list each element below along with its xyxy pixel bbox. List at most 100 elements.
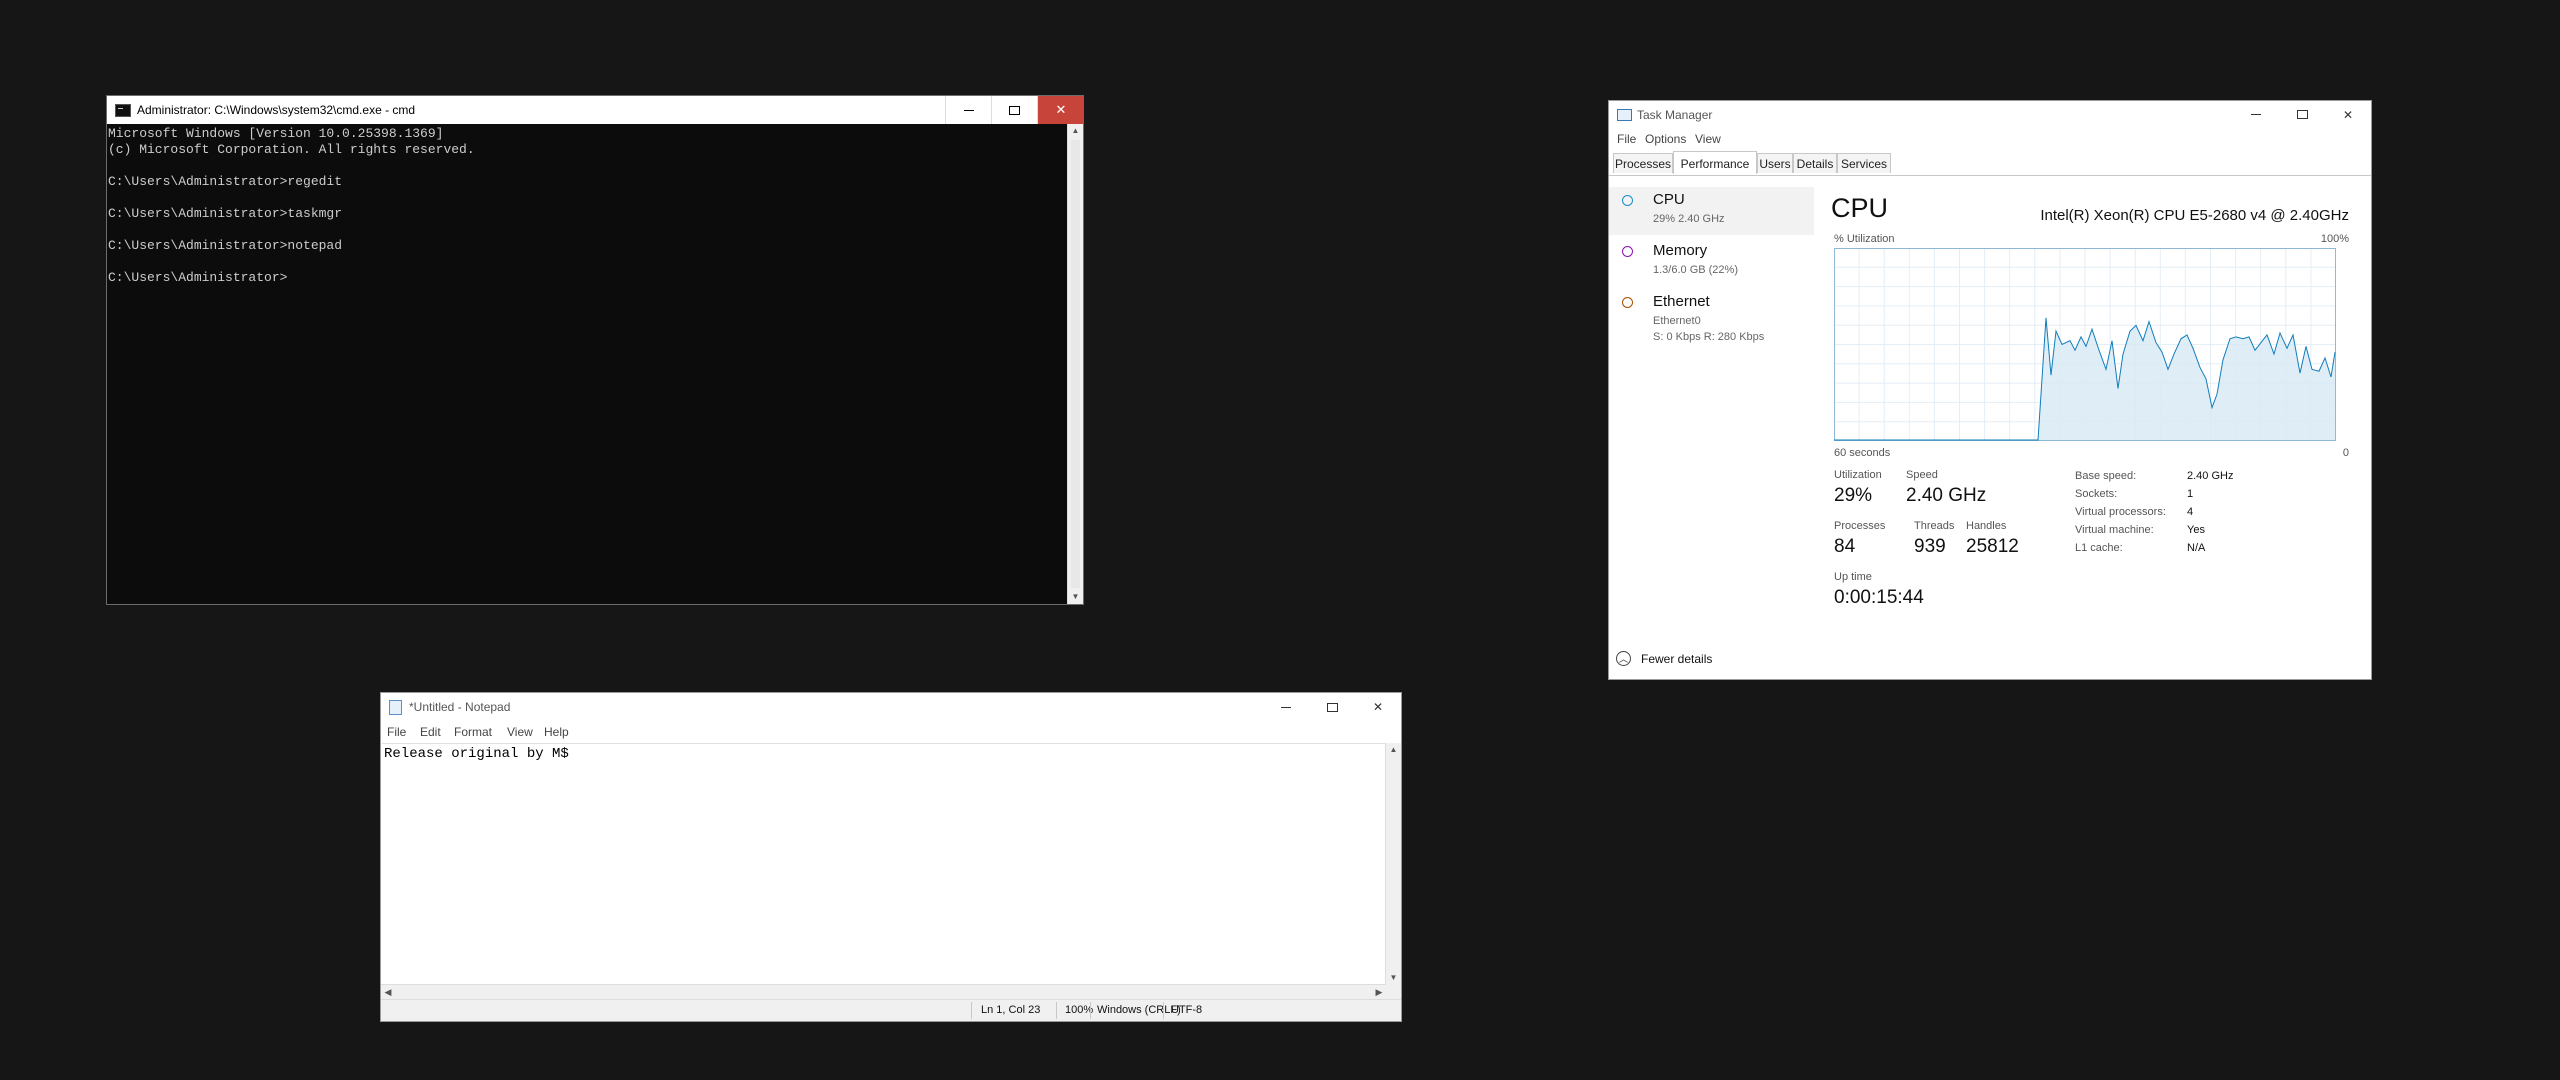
stat-speed-value: 2.40 GHz: [1906, 485, 1987, 506]
stat-uptime-value: 0:00:15:44: [1834, 587, 1924, 608]
np-maximize-button[interactable]: [1309, 693, 1355, 721]
status-separator: [1163, 1002, 1164, 1019]
cmd-console-output[interactable]: Microsoft Windows [Version 10.0.25398.13…: [108, 126, 475, 286]
cpu-info-values: 2.40 GHz 1 4 Yes N/A: [2187, 467, 2233, 557]
cmd-title-bar[interactable]: Administrator: C:\Windows\system32\cmd.e…: [107, 96, 1084, 124]
fewer-details-link[interactable]: Fewer details: [1641, 652, 1712, 666]
stat-handles-label: Handles: [1966, 520, 2007, 532]
tm-menu-view[interactable]: View: [1695, 132, 1721, 146]
cmd-scroll-thumb[interactable]: [1071, 140, 1080, 588]
stat-utilization: Utilization 29%: [1834, 469, 1882, 507]
status-zoom: 100%: [1065, 1004, 1094, 1016]
np-vertical-scrollbar[interactable]: ▲ ▼: [1385, 743, 1401, 985]
task-manager-window[interactable]: Task Manager ✕ File Options View Process…: [1608, 100, 2372, 680]
task-manager-icon: [1617, 109, 1632, 121]
cpu-indicator-icon: [1622, 195, 1633, 206]
resource-ethernet-throughput: S: 0 Kbps R: 280 Kbps: [1653, 331, 1765, 343]
cpu-model: Intel(R) Xeon(R) CPU E5-2680 v4 @ 2.40GH…: [2040, 207, 2349, 224]
graph-max-label: 100%: [2320, 233, 2349, 245]
tab-processes[interactable]: Processes: [1613, 153, 1673, 173]
tm-title-bar[interactable]: Task Manager ✕: [1609, 101, 2371, 128]
resource-cpu[interactable]: CPU 29% 2.40 GHz: [1609, 187, 1814, 235]
status-separator: [971, 1002, 972, 1019]
tab-services[interactable]: Services: [1837, 153, 1891, 173]
resource-ethernet[interactable]: Ethernet Ethernet0 S: 0 Kbps R: 280 Kbps: [1609, 289, 1814, 347]
ethernet-indicator-icon: [1622, 297, 1633, 308]
resource-ethernet-name: Ethernet: [1653, 293, 1710, 310]
stat-handles-value: 25812: [1966, 536, 2019, 557]
console-icon: [115, 104, 131, 117]
cmd-minimize-button[interactable]: [945, 96, 991, 124]
chevron-up-icon[interactable]: ︿: [1616, 651, 1631, 666]
status-separator: [1090, 1002, 1091, 1019]
stat-processes-label: Processes: [1834, 520, 1886, 532]
stat-utilization-value: 29%: [1834, 485, 1873, 506]
stat-uptime-label: Up time: [1834, 571, 1872, 583]
np-minimize-button[interactable]: [1263, 693, 1309, 721]
tab-details[interactable]: Details: [1793, 153, 1837, 173]
np-text-area[interactable]: Release original by M$: [382, 743, 1386, 985]
cmd-maximize-button[interactable]: [991, 96, 1037, 124]
np-menu-bar: File Edit Format View Help: [381, 723, 1401, 741]
tm-menu-options[interactable]: Options: [1645, 132, 1686, 146]
info-key: Sockets:: [2075, 488, 2118, 500]
cpu-info-keys: Base speed: Sockets: Virtual processors:…: [2075, 467, 2166, 557]
tm-menu-bar: File Options View: [1609, 129, 2371, 149]
notepad-window[interactable]: *Untitled - Notepad ✕ File Edit Format V…: [380, 692, 1402, 1022]
graph-min-label: 0: [2342, 447, 2349, 459]
cpu-title: CPU: [1831, 193, 1889, 223]
status-line-ending: Windows (CRLF): [1097, 1004, 1181, 1016]
np-horizontal-scrollbar[interactable]: ◀ ▶: [381, 984, 1386, 1000]
tm-footer: ︿ Fewer details: [1609, 647, 2371, 679]
tm-menu-file[interactable]: File: [1617, 132, 1636, 146]
memory-indicator-icon: [1622, 246, 1633, 257]
tm-close-button[interactable]: ✕: [2325, 101, 2371, 128]
close-icon: ✕: [1372, 700, 1384, 714]
np-menu-edit[interactable]: Edit: [420, 725, 441, 739]
resource-memory-sub: 1.3/6.0 GB (22%): [1653, 264, 1738, 276]
info-value: Yes: [2187, 524, 2205, 536]
info-value: 1: [2187, 488, 2194, 500]
scroll-down-arrow-icon[interactable]: ▼: [1068, 590, 1083, 604]
tab-users[interactable]: Users: [1757, 153, 1793, 173]
tm-title: Task Manager: [1637, 108, 1713, 122]
np-text-content[interactable]: Release original by M$: [384, 746, 569, 762]
np-menu-format[interactable]: Format: [454, 725, 492, 739]
tab-performance[interactable]: Performance: [1673, 151, 1757, 174]
info-key: Base speed:: [2075, 470, 2137, 482]
status-cursor-position: Ln 1, Col 23: [981, 1004, 1041, 1016]
scroll-up-arrow-icon[interactable]: ▲: [1386, 743, 1401, 757]
resource-memory[interactable]: Memory 1.3/6.0 GB (22%): [1609, 238, 1814, 286]
stat-threads-label: Threads: [1914, 520, 1955, 532]
np-menu-file[interactable]: File: [387, 725, 406, 739]
info-value: N/A: [2187, 542, 2206, 554]
cmd-title: Administrator: C:\Windows\system32\cmd.e…: [137, 103, 416, 117]
scroll-left-arrow-icon[interactable]: ◀: [381, 985, 395, 1000]
np-title-bar[interactable]: *Untitled - Notepad ✕: [381, 693, 1401, 721]
tm-minimize-button[interactable]: [2233, 101, 2279, 128]
stat-utilization-label: Utilization: [1834, 469, 1882, 481]
resource-cpu-name: CPU: [1653, 191, 1685, 208]
np-menu-view[interactable]: View: [507, 725, 533, 739]
tm-maximize-button[interactable]: [2279, 101, 2325, 128]
graph-y-label: % Utilization: [1834, 233, 1895, 245]
np-title: *Untitled - Notepad: [409, 700, 511, 714]
info-key: Virtual machine:: [2075, 524, 2154, 536]
cmd-vertical-scrollbar[interactable]: ▲ ▼: [1067, 124, 1083, 604]
np-menu-help[interactable]: Help: [544, 725, 569, 739]
scroll-right-arrow-icon[interactable]: ▶: [1372, 985, 1386, 1000]
cmd-window[interactable]: Administrator: C:\Windows\system32\cmd.e…: [106, 95, 1084, 605]
tm-tab-strip: Processes Performance Users Details Serv…: [1609, 151, 2371, 176]
np-close-button[interactable]: ✕: [1355, 693, 1401, 721]
scroll-up-arrow-icon[interactable]: ▲: [1068, 124, 1083, 138]
scroll-down-arrow-icon[interactable]: ▼: [1386, 971, 1401, 985]
cmd-close-button[interactable]: ✕: [1037, 96, 1084, 124]
stat-threads-value: 939: [1914, 536, 1946, 557]
cpu-detail-panel: CPU Intel(R) Xeon(R) CPU E5-2680 v4 @ 2.…: [1821, 177, 2371, 647]
stat-processes: Processes 84: [1834, 520, 1885, 558]
stat-handles: Handles 25812: [1966, 520, 2019, 558]
graph-time-label: 60 seconds: [1834, 447, 1891, 459]
close-icon: ✕: [1055, 102, 1067, 117]
stat-processes-value: 84: [1834, 536, 1856, 557]
resource-ethernet-adapter: Ethernet0: [1653, 315, 1701, 327]
